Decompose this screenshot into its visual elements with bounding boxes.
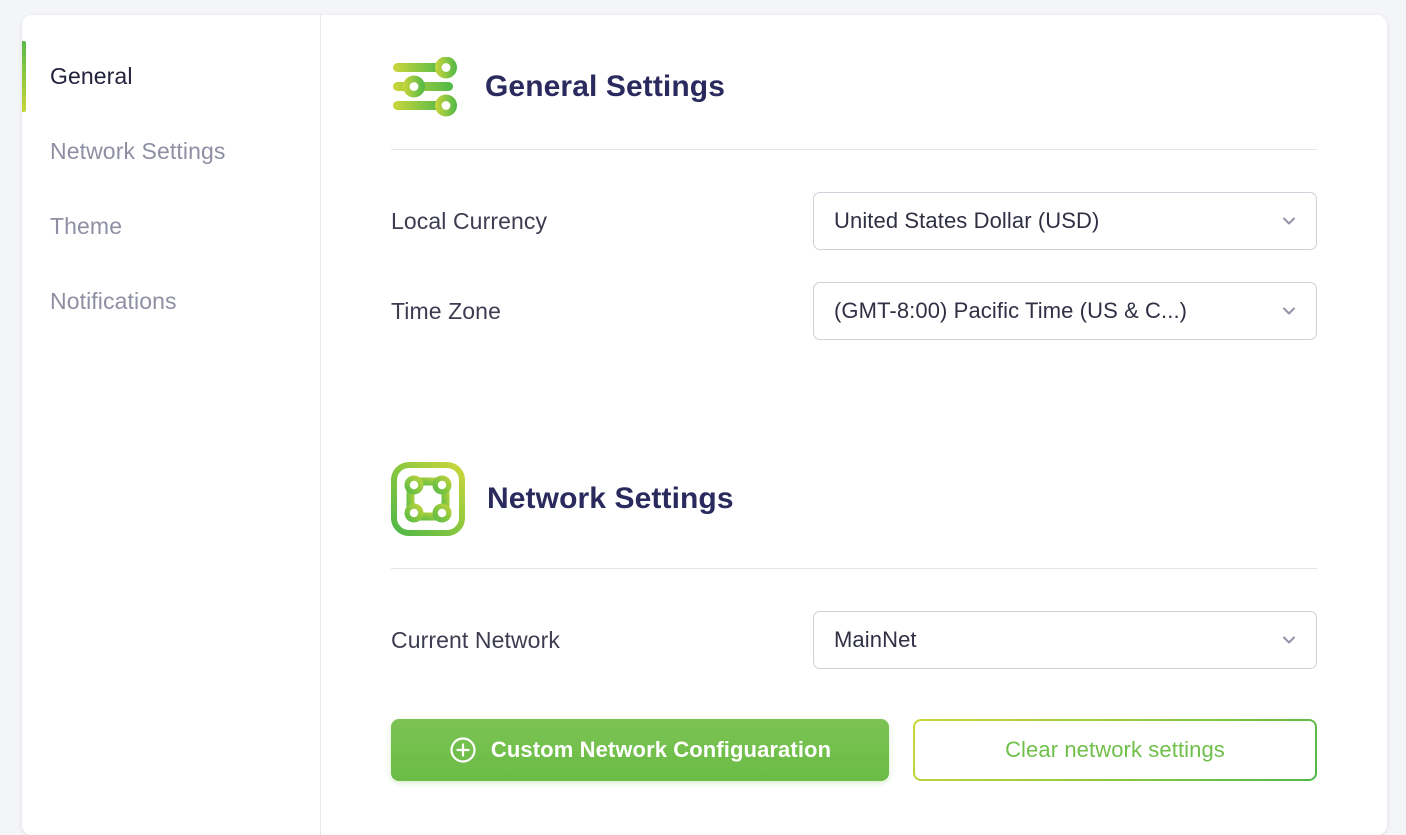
network-settings-section: Network Settings Current Network MainNet xyxy=(391,462,1317,781)
current-network-row: Current Network MainNet xyxy=(391,595,1317,685)
settings-card: General Network Settings Theme Notificat… xyxy=(22,15,1387,835)
local-currency-label: Local Currency xyxy=(391,207,548,234)
settings-content: General Settings Local Currency United S… xyxy=(321,15,1387,835)
current-network-value: MainNet xyxy=(834,627,917,652)
settings-sidebar: General Network Settings Theme Notificat… xyxy=(22,15,321,835)
time-zone-value: (GMT-8:00) Pacific Time (US & C...) xyxy=(834,298,1188,323)
local-currency-row: Local Currency United States Dollar (USD… xyxy=(391,176,1317,266)
general-settings-section: General Settings Local Currency United S… xyxy=(391,57,1317,356)
network-settings-header: Network Settings xyxy=(391,462,1317,546)
sidebar-item-general[interactable]: General xyxy=(22,39,320,114)
section-divider xyxy=(391,149,1317,150)
time-zone-row: Time Zone (GMT-8:00) Pacific Time (US & … xyxy=(391,266,1317,356)
general-settings-header: General Settings xyxy=(391,57,1317,127)
network-action-buttons: Custom Network Configuaration Clear netw… xyxy=(391,719,1317,781)
local-currency-select[interactable]: United States Dollar (USD) xyxy=(813,192,1317,250)
sidebar-item-network-settings[interactable]: Network Settings xyxy=(22,114,320,189)
sliders-icon xyxy=(393,57,457,117)
network-nodes-icon xyxy=(391,462,465,536)
section-divider xyxy=(391,568,1317,569)
sidebar-item-label: General xyxy=(50,63,133,89)
clear-network-settings-label: Clear network settings xyxy=(1005,737,1225,762)
sidebar-item-notifications[interactable]: Notifications xyxy=(22,264,320,339)
active-indicator-bar xyxy=(22,41,26,112)
chevron-down-icon xyxy=(1283,307,1295,315)
sidebar-item-theme[interactable]: Theme xyxy=(22,189,320,264)
chevron-down-icon xyxy=(1283,636,1295,644)
network-settings-title: Network Settings xyxy=(487,482,734,515)
page-title: General Settings xyxy=(485,70,726,103)
custom-network-configuration-label: Custom Network Configuaration xyxy=(490,737,832,762)
sidebar-item-label: Theme xyxy=(50,213,123,239)
time-zone-label: Time Zone xyxy=(391,297,501,324)
clear-network-settings-button[interactable]: Clear network settings xyxy=(913,719,1317,781)
current-network-label: Current Network xyxy=(391,626,560,653)
local-currency-value: United States Dollar (USD) xyxy=(834,208,1100,233)
sidebar-item-label: Network Settings xyxy=(50,138,226,164)
chevron-down-icon xyxy=(1283,217,1295,225)
sidebar-item-label: Notifications xyxy=(50,288,177,314)
time-zone-select[interactable]: (GMT-8:00) Pacific Time (US & C...) xyxy=(813,282,1317,340)
custom-network-configuration-button[interactable]: Custom Network Configuaration xyxy=(391,719,889,781)
current-network-select[interactable]: MainNet xyxy=(813,611,1317,669)
plus-circle-icon xyxy=(450,737,476,763)
